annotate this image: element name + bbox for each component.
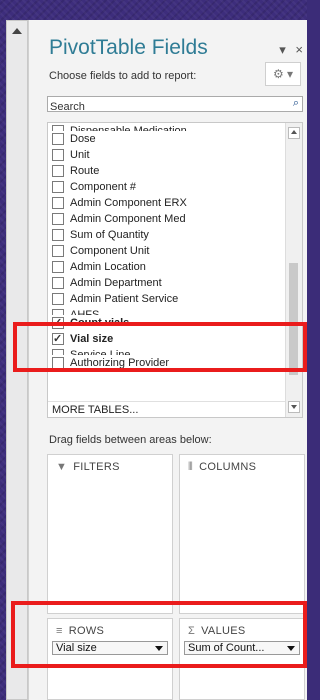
field-checkbox[interactable] (52, 245, 64, 257)
field-list-item[interactable]: Vial size (48, 331, 286, 347)
field-label: Route (70, 165, 100, 177)
outer-scrollbar[interactable] (6, 20, 28, 700)
field-label: Component # (70, 181, 137, 193)
field-label: Component Unit (70, 245, 150, 257)
filters-header: ▼ FILTERS (56, 461, 120, 473)
scroll-down-icon[interactable] (288, 401, 300, 413)
field-list: Dispensable Medication Dose Unit Route Compo… (47, 122, 303, 418)
field-checkbox[interactable] (52, 331, 64, 347)
field-list-item[interactable]: Sum of Quantity (48, 227, 286, 243)
field-list-item[interactable]: Unit (48, 147, 286, 163)
field-checkbox[interactable] (52, 213, 64, 225)
field-checkbox[interactable] (52, 357, 64, 369)
values-field-value: Sum of Count... (188, 642, 265, 654)
field-checkbox[interactable] (52, 197, 64, 209)
field-checkbox[interactable] (52, 315, 64, 331)
field-list-scrollbar[interactable] (285, 123, 302, 417)
rows-field-dropdown[interactable]: Vial size (52, 641, 168, 655)
field-label: Count vials (70, 317, 130, 329)
more-tables-link[interactable]: MORE TABLES... (48, 401, 288, 417)
field-list-item[interactable]: AHFS (48, 307, 286, 315)
field-label: Admin Department (70, 277, 162, 289)
pane-options-dropdown-icon[interactable]: ▾ (279, 42, 286, 57)
scroll-up-icon[interactable] (12, 28, 22, 34)
values-area[interactable]: Σ VALUES Sum of Count... (179, 618, 305, 700)
field-list-item[interactable]: Authorizing Provider (48, 355, 286, 371)
scroll-up-icon[interactable] (288, 127, 300, 139)
field-checkbox[interactable] (52, 277, 64, 289)
field-list-item[interactable]: Component Unit (48, 243, 286, 259)
field-list-item[interactable]: Admin Component Med (48, 211, 286, 227)
field-checkbox[interactable] (52, 229, 64, 241)
rows-field-value: Vial size (56, 642, 97, 654)
field-list-item[interactable]: Admin Department (48, 275, 286, 291)
field-label: Unit (70, 149, 90, 161)
field-checkbox[interactable] (52, 165, 64, 177)
field-list-item[interactable]: Admin Location (48, 259, 286, 275)
field-list-item[interactable]: Service Line (48, 347, 286, 355)
pane-title: PivotTable Fields (49, 36, 208, 59)
field-label: Admin Component Med (70, 213, 186, 225)
filters-area[interactable]: ▼ FILTERS (47, 454, 173, 614)
values-field-dropdown[interactable]: Sum of Count... (184, 641, 300, 655)
drag-fields-label: Drag fields between areas below: (49, 434, 212, 446)
rows-label: ROWS (68, 625, 105, 637)
field-checkbox[interactable] (52, 293, 64, 305)
field-label: Admin Component ERX (70, 197, 187, 209)
scroll-thumb[interactable] (289, 263, 298, 375)
field-list-item[interactable]: Dose (48, 131, 286, 147)
rows-icon: ≡ (56, 625, 63, 637)
field-list-item[interactable]: Count vials (48, 315, 286, 331)
tools-gear-button[interactable]: ⚙ ▾ (265, 62, 301, 86)
field-label: Admin Patient Service (70, 293, 179, 305)
field-list-item[interactable]: Component # (48, 179, 286, 195)
values-label: VALUES (201, 625, 246, 637)
field-list-item[interactable]: Route (48, 163, 286, 179)
field-list-items: Dispensable Medication Dose Unit Route Compo… (48, 123, 286, 371)
columns-header: ⦀ COLUMNS (188, 461, 256, 474)
values-header: Σ VALUES (188, 625, 246, 637)
filter-icon: ▼ (56, 461, 68, 473)
pivottable-fields-pane: PivotTable Fields ▾ × Choose fields to a… (28, 20, 307, 700)
close-icon[interactable]: × (295, 42, 303, 57)
columns-area[interactable]: ⦀ COLUMNS (179, 454, 305, 614)
columns-icon: ⦀ (188, 461, 194, 473)
rows-area[interactable]: ≡ ROWS Vial size (47, 618, 173, 700)
field-label: Authorizing Provider (70, 357, 170, 369)
field-label: Admin Location (70, 261, 146, 273)
filters-label: FILTERS (73, 461, 120, 473)
field-checkbox[interactable] (52, 261, 64, 273)
field-list-item[interactable]: Dispensable Medication (48, 123, 286, 131)
gear-icon: ⚙ ▾ (272, 67, 294, 81)
choose-fields-label: Choose fields to add to report: (49, 70, 197, 82)
field-list-item[interactable]: Admin Patient Service (48, 291, 286, 307)
field-checkbox[interactable] (52, 181, 64, 193)
rows-header: ≡ ROWS (56, 625, 104, 637)
field-label: Vial size (70, 333, 114, 345)
field-checkbox[interactable] (52, 149, 64, 161)
chevron-down-icon[interactable] (287, 646, 295, 651)
field-label: Dose (70, 133, 96, 145)
chevron-down-icon[interactable] (155, 646, 163, 651)
field-list-item[interactable]: Admin Component ERX (48, 195, 286, 211)
field-checkbox[interactable] (52, 133, 64, 145)
search-input[interactable] (48, 100, 270, 114)
title-controls: ▾ × (273, 42, 303, 58)
search-box[interactable]: ⌕ (47, 96, 303, 114)
columns-label: COLUMNS (199, 461, 257, 473)
sigma-icon: Σ (188, 625, 196, 637)
field-label: Sum of Quantity (70, 229, 149, 241)
search-icon[interactable]: ⌕ (293, 97, 299, 110)
